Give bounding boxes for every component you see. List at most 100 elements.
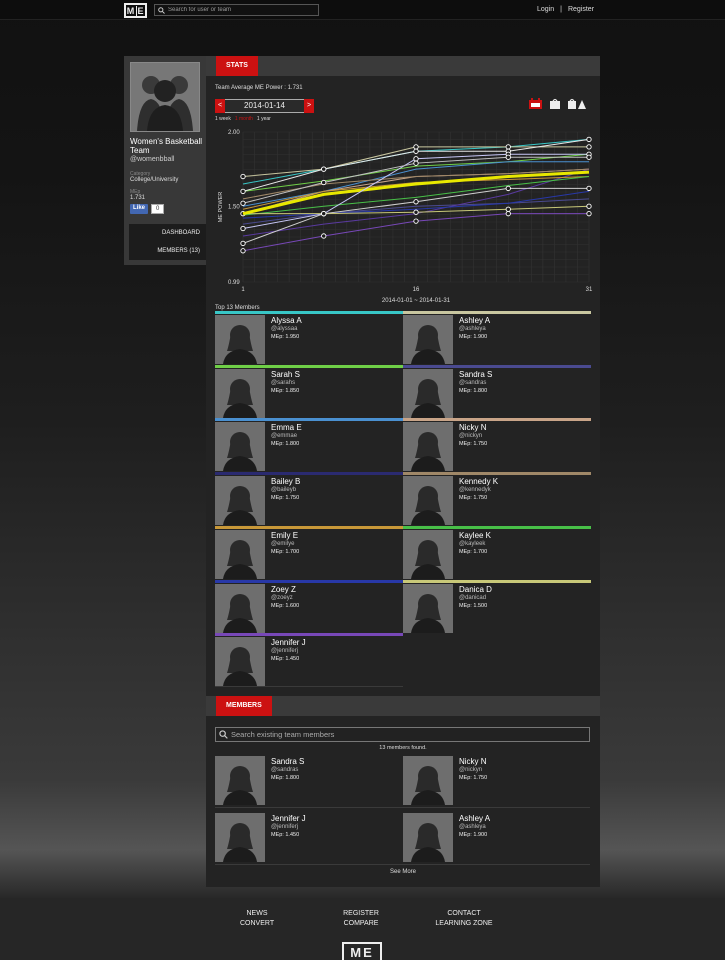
stats-tab[interactable]: STATS xyxy=(216,56,258,76)
member-avatar[interactable] xyxy=(403,529,453,579)
footer-contact-link[interactable]: CONTACT xyxy=(433,909,495,919)
next-date-button[interactable]: > xyxy=(304,99,314,113)
member-name[interactable]: Emma E xyxy=(271,423,302,432)
member-card[interactable]: Alyssa A @alyssaa MEp: 1.950 xyxy=(215,311,403,365)
member-name[interactable]: Nicky N xyxy=(459,757,487,766)
member-card[interactable]: Sarah S @sarahs MEp: 1.850 xyxy=(215,364,403,419)
member-handle: @danicad xyxy=(459,594,487,601)
divider xyxy=(215,807,590,808)
member-avatar[interactable] xyxy=(403,422,453,472)
member-name[interactable]: Alyssa A xyxy=(271,316,302,325)
member-card[interactable]: Kennedy K @kennedyk MEp: 1.750 xyxy=(403,472,591,526)
person-silhouette-icon xyxy=(403,583,453,633)
top-bar: M E Login | Register xyxy=(0,0,725,20)
fb-like-button[interactable]: Like xyxy=(130,204,149,214)
member-card[interactable]: Ashley A @ashleya MEp: 1.900 xyxy=(403,809,591,863)
member-avatar[interactable] xyxy=(215,476,265,526)
member-avatar[interactable] xyxy=(403,315,453,364)
member-name[interactable]: Ashley A xyxy=(459,316,490,325)
member-color-stripe xyxy=(215,472,403,476)
member-handle: @nickyn xyxy=(459,767,483,773)
member-card[interactable]: Ashley A @ashleya MEp: 1.900 xyxy=(403,311,591,365)
range-1-year[interactable]: 1 year xyxy=(257,116,271,122)
member-card[interactable]: Bailey B @baileyb MEp: 1.750 xyxy=(215,472,403,526)
person-silhouette-icon xyxy=(215,315,265,364)
me-logo[interactable]: M E xyxy=(124,3,147,18)
footer-learning-zone-link[interactable]: LEARNING ZONE xyxy=(433,919,495,929)
range-1-week[interactable]: 1 week xyxy=(215,116,231,122)
member-avatar[interactable] xyxy=(215,529,265,579)
global-search-input[interactable] xyxy=(168,7,318,13)
member-avatar[interactable] xyxy=(403,368,453,418)
member-color-stripe xyxy=(215,633,403,637)
member-avatar[interactable] xyxy=(403,756,453,805)
member-card[interactable]: Jennifer J @jenniferj MEp: 1.450 xyxy=(215,809,403,863)
member-card[interactable]: Emma E @emmae MEp: 1.800 xyxy=(215,418,403,472)
member-name[interactable]: Danica D xyxy=(459,585,492,594)
range-selector: 1 week 1 month 1 year xyxy=(215,116,271,122)
member-card[interactable]: Kaylee K @kayleek MEp: 1.700 xyxy=(403,525,591,580)
members-nav[interactable]: MEMBERS (13) xyxy=(129,242,206,260)
member-search-input[interactable] xyxy=(231,730,581,739)
member-name[interactable]: Kaylee K xyxy=(459,531,491,540)
member-name[interactable]: Nicky N xyxy=(459,423,487,432)
footer-col-2: REGISTER COMPARE xyxy=(341,909,381,929)
member-handle: @zoeyz xyxy=(271,594,293,601)
member-avatar[interactable] xyxy=(215,756,265,805)
member-card[interactable]: Sandra S @sandras MEp: 1.800 xyxy=(403,364,591,419)
person-silhouette-icon xyxy=(215,529,265,579)
member-name[interactable]: Kennedy K xyxy=(459,477,498,486)
date-value[interactable]: 2014-01-14 xyxy=(225,99,304,113)
member-mep: MEp: 1.750 xyxy=(459,495,488,502)
footer-register-link[interactable]: REGISTER xyxy=(341,909,381,919)
member-avatar[interactable] xyxy=(215,422,265,472)
member-avatar[interactable] xyxy=(215,368,265,418)
dashboard-nav[interactable]: DASHBOARD xyxy=(129,224,206,242)
member-name[interactable]: Jennifer J xyxy=(271,638,306,647)
member-card[interactable]: Nicky N @nickyn MEp: 1.750 xyxy=(403,752,591,806)
member-card[interactable]: Danica D @danicad MEp: 1.500 xyxy=(403,579,591,634)
calendar-icon[interactable] xyxy=(528,98,543,109)
team-handle: @womenbball xyxy=(130,156,175,163)
member-avatar[interactable] xyxy=(215,583,265,633)
person-silhouette-icon xyxy=(403,756,453,805)
register-link[interactable]: Register xyxy=(568,6,594,13)
prev-date-button[interactable]: < xyxy=(215,99,225,113)
compare-icon[interactable] xyxy=(567,98,587,109)
member-card[interactable]: Zoey Z @zoeyz MEp: 1.600 xyxy=(215,579,403,634)
member-avatar[interactable] xyxy=(403,476,453,526)
footer-compare-link[interactable]: COMPARE xyxy=(341,919,381,929)
member-avatar[interactable] xyxy=(403,813,453,862)
member-handle: @ashleya xyxy=(459,824,486,830)
footer-convert-link[interactable]: CONVERT xyxy=(240,919,274,929)
range-1-month[interactable]: 1 month xyxy=(235,116,253,122)
member-name[interactable]: Bailey B xyxy=(271,477,300,486)
member-mep: MEp: 1.900 xyxy=(459,832,488,838)
member-avatar[interactable] xyxy=(215,637,265,687)
member-name[interactable]: Jennifer J xyxy=(271,814,306,823)
footer-logo[interactable]: ME xyxy=(342,942,382,960)
member-avatar[interactable] xyxy=(215,315,265,364)
member-handle: @jenniferj xyxy=(271,824,299,830)
footer-news-link[interactable]: NEWS xyxy=(240,909,274,919)
member-mep: MEp: 1.700 xyxy=(459,548,488,555)
member-avatar[interactable] xyxy=(215,813,265,862)
member-name[interactable]: Zoey Z xyxy=(271,585,296,594)
member-name[interactable]: Sandra S xyxy=(459,370,492,379)
member-avatar[interactable] xyxy=(403,583,453,633)
member-handle: @baileyb xyxy=(271,487,297,494)
member-card[interactable]: Emily E @emilye MEp: 1.700 xyxy=(215,525,403,580)
member-card[interactable]: Jennifer J @jenniferj MEp: 1.450 xyxy=(215,633,403,687)
member-name[interactable]: Sandra S xyxy=(271,757,304,766)
member-card[interactable]: Sandra S @sandras MEp: 1.800 xyxy=(215,752,403,806)
bag-icon[interactable] xyxy=(549,98,561,109)
member-name[interactable]: Sarah S xyxy=(271,370,300,379)
members-tab[interactable]: MEMBERS xyxy=(216,696,272,716)
login-link[interactable]: Login xyxy=(537,6,554,13)
member-mep: MEp: 1.500 xyxy=(459,602,488,609)
member-name[interactable]: Ashley A xyxy=(459,814,490,823)
see-more-link[interactable]: See More xyxy=(206,869,600,875)
member-name[interactable]: Emily E xyxy=(271,531,298,540)
data-point xyxy=(240,248,246,254)
member-card[interactable]: Nicky N @nickyn MEp: 1.750 xyxy=(403,418,591,472)
